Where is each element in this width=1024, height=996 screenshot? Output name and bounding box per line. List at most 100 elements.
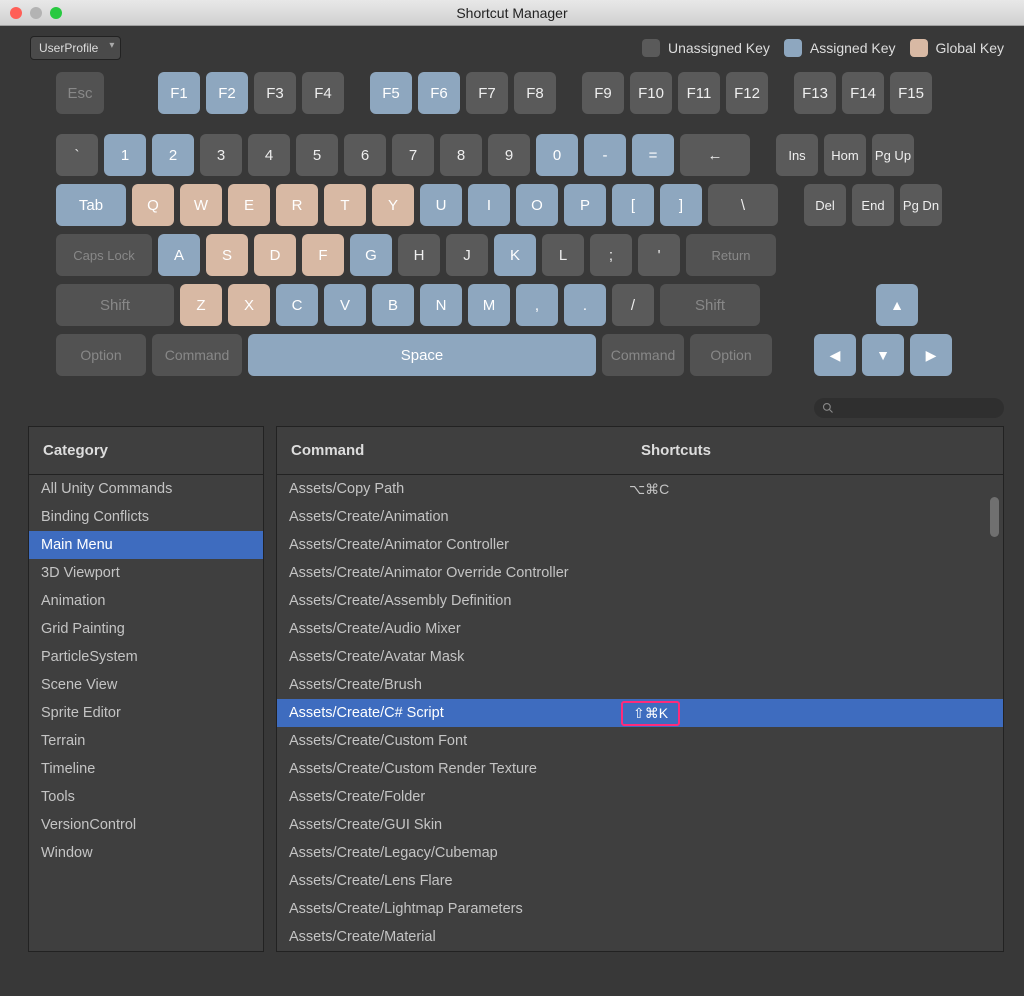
key-f[interactable]: F [302, 234, 344, 276]
key--[interactable]: ▶ [910, 334, 952, 376]
key-f1[interactable]: F1 [158, 72, 200, 114]
key-esc[interactable]: Esc [56, 72, 104, 114]
command-item[interactable]: Assets/Create/Animator Controller [277, 531, 1003, 559]
key-8[interactable]: 8 [440, 134, 482, 176]
key-l[interactable]: L [542, 234, 584, 276]
key-x[interactable]: X [228, 284, 270, 326]
key-f13[interactable]: F13 [794, 72, 836, 114]
key-j[interactable]: J [446, 234, 488, 276]
key-f12[interactable]: F12 [726, 72, 768, 114]
category-item[interactable]: Terrain [29, 727, 263, 755]
key-r[interactable]: R [276, 184, 318, 226]
key--[interactable]: ← [680, 134, 750, 176]
key-f6[interactable]: F6 [418, 72, 460, 114]
key-hom[interactable]: Hom [824, 134, 866, 176]
category-item[interactable]: Window [29, 839, 263, 867]
key--[interactable]: . [564, 284, 606, 326]
key-m[interactable]: M [468, 284, 510, 326]
key-y[interactable]: Y [372, 184, 414, 226]
category-item[interactable]: Scene View [29, 671, 263, 699]
command-item[interactable]: Assets/Create/Animation [277, 503, 1003, 531]
command-item[interactable]: Assets/Create/Legacy/Cubemap [277, 839, 1003, 867]
key-ins[interactable]: Ins [776, 134, 818, 176]
key-shift[interactable]: Shift [660, 284, 760, 326]
key--[interactable]: [ [612, 184, 654, 226]
key--[interactable]: ' [638, 234, 680, 276]
category-item[interactable]: Timeline [29, 755, 263, 783]
key-o[interactable]: O [516, 184, 558, 226]
category-item[interactable]: Grid Painting [29, 615, 263, 643]
command-item[interactable]: Assets/Create/C# Script⇧⌘K [277, 699, 1003, 727]
key-k[interactable]: K [494, 234, 536, 276]
key-f9[interactable]: F9 [582, 72, 624, 114]
command-item[interactable]: Assets/Create/Animator Override Controll… [277, 559, 1003, 587]
key-h[interactable]: H [398, 234, 440, 276]
key-n[interactable]: N [420, 284, 462, 326]
key-f7[interactable]: F7 [466, 72, 508, 114]
key-9[interactable]: 9 [488, 134, 530, 176]
key-2[interactable]: 2 [152, 134, 194, 176]
key-v[interactable]: V [324, 284, 366, 326]
key-s[interactable]: S [206, 234, 248, 276]
key-c[interactable]: C [276, 284, 318, 326]
key-4[interactable]: 4 [248, 134, 290, 176]
key--[interactable]: , [516, 284, 558, 326]
key-t[interactable]: T [324, 184, 366, 226]
key-del[interactable]: Del [804, 184, 846, 226]
key-f11[interactable]: F11 [678, 72, 720, 114]
key-pg-up[interactable]: Pg Up [872, 134, 914, 176]
key-f14[interactable]: F14 [842, 72, 884, 114]
command-scrollbar[interactable] [989, 477, 999, 945]
key-7[interactable]: 7 [392, 134, 434, 176]
key-option[interactable]: Option [690, 334, 772, 376]
key--[interactable]: ▼ [862, 334, 904, 376]
key--[interactable]: / [612, 284, 654, 326]
key-f5[interactable]: F5 [370, 72, 412, 114]
key-shift[interactable]: Shift [56, 284, 174, 326]
key-q[interactable]: Q [132, 184, 174, 226]
key--[interactable]: ▲ [876, 284, 918, 326]
category-item[interactable]: Animation [29, 587, 263, 615]
category-item[interactable]: All Unity Commands [29, 475, 263, 503]
key-f3[interactable]: F3 [254, 72, 296, 114]
scroll-thumb[interactable] [990, 497, 999, 537]
command-item[interactable]: Assets/Create/Material [277, 923, 1003, 951]
command-item[interactable]: Assets/Create/Folder [277, 783, 1003, 811]
key--[interactable]: \ [708, 184, 778, 226]
key-f8[interactable]: F8 [514, 72, 556, 114]
key-command[interactable]: Command [602, 334, 684, 376]
category-item[interactable]: Tools [29, 783, 263, 811]
key--[interactable]: ◀ [814, 334, 856, 376]
key-5[interactable]: 5 [296, 134, 338, 176]
command-item[interactable]: Assets/Create/Avatar Mask [277, 643, 1003, 671]
key--[interactable]: ] [660, 184, 702, 226]
key-6[interactable]: 6 [344, 134, 386, 176]
key--[interactable]: ; [590, 234, 632, 276]
command-item[interactable]: Assets/Create/Assembly Definition [277, 587, 1003, 615]
key-f15[interactable]: F15 [890, 72, 932, 114]
key-g[interactable]: G [350, 234, 392, 276]
key-space[interactable]: Space [248, 334, 596, 376]
category-item[interactable]: ParticleSystem [29, 643, 263, 671]
profile-dropdown[interactable]: UserProfile [30, 36, 121, 60]
key-0[interactable]: 0 [536, 134, 578, 176]
key-u[interactable]: U [420, 184, 462, 226]
search-input[interactable] [814, 398, 1004, 418]
key-p[interactable]: P [564, 184, 606, 226]
command-item[interactable]: Assets/Create/Audio Mixer [277, 615, 1003, 643]
key-z[interactable]: Z [180, 284, 222, 326]
key-3[interactable]: 3 [200, 134, 242, 176]
key-a[interactable]: A [158, 234, 200, 276]
command-item[interactable]: Assets/Create/Lightmap Parameters [277, 895, 1003, 923]
key--[interactable]: = [632, 134, 674, 176]
key--[interactable]: ` [56, 134, 98, 176]
command-item[interactable]: Assets/Copy Path⌥⌘C [277, 475, 1003, 503]
key-caps-lock[interactable]: Caps Lock [56, 234, 152, 276]
key-1[interactable]: 1 [104, 134, 146, 176]
key-return[interactable]: Return [686, 234, 776, 276]
key-end[interactable]: End [852, 184, 894, 226]
command-item[interactable]: Assets/Create/GUI Skin [277, 811, 1003, 839]
key-f10[interactable]: F10 [630, 72, 672, 114]
key-f2[interactable]: F2 [206, 72, 248, 114]
category-item[interactable]: Binding Conflicts [29, 503, 263, 531]
